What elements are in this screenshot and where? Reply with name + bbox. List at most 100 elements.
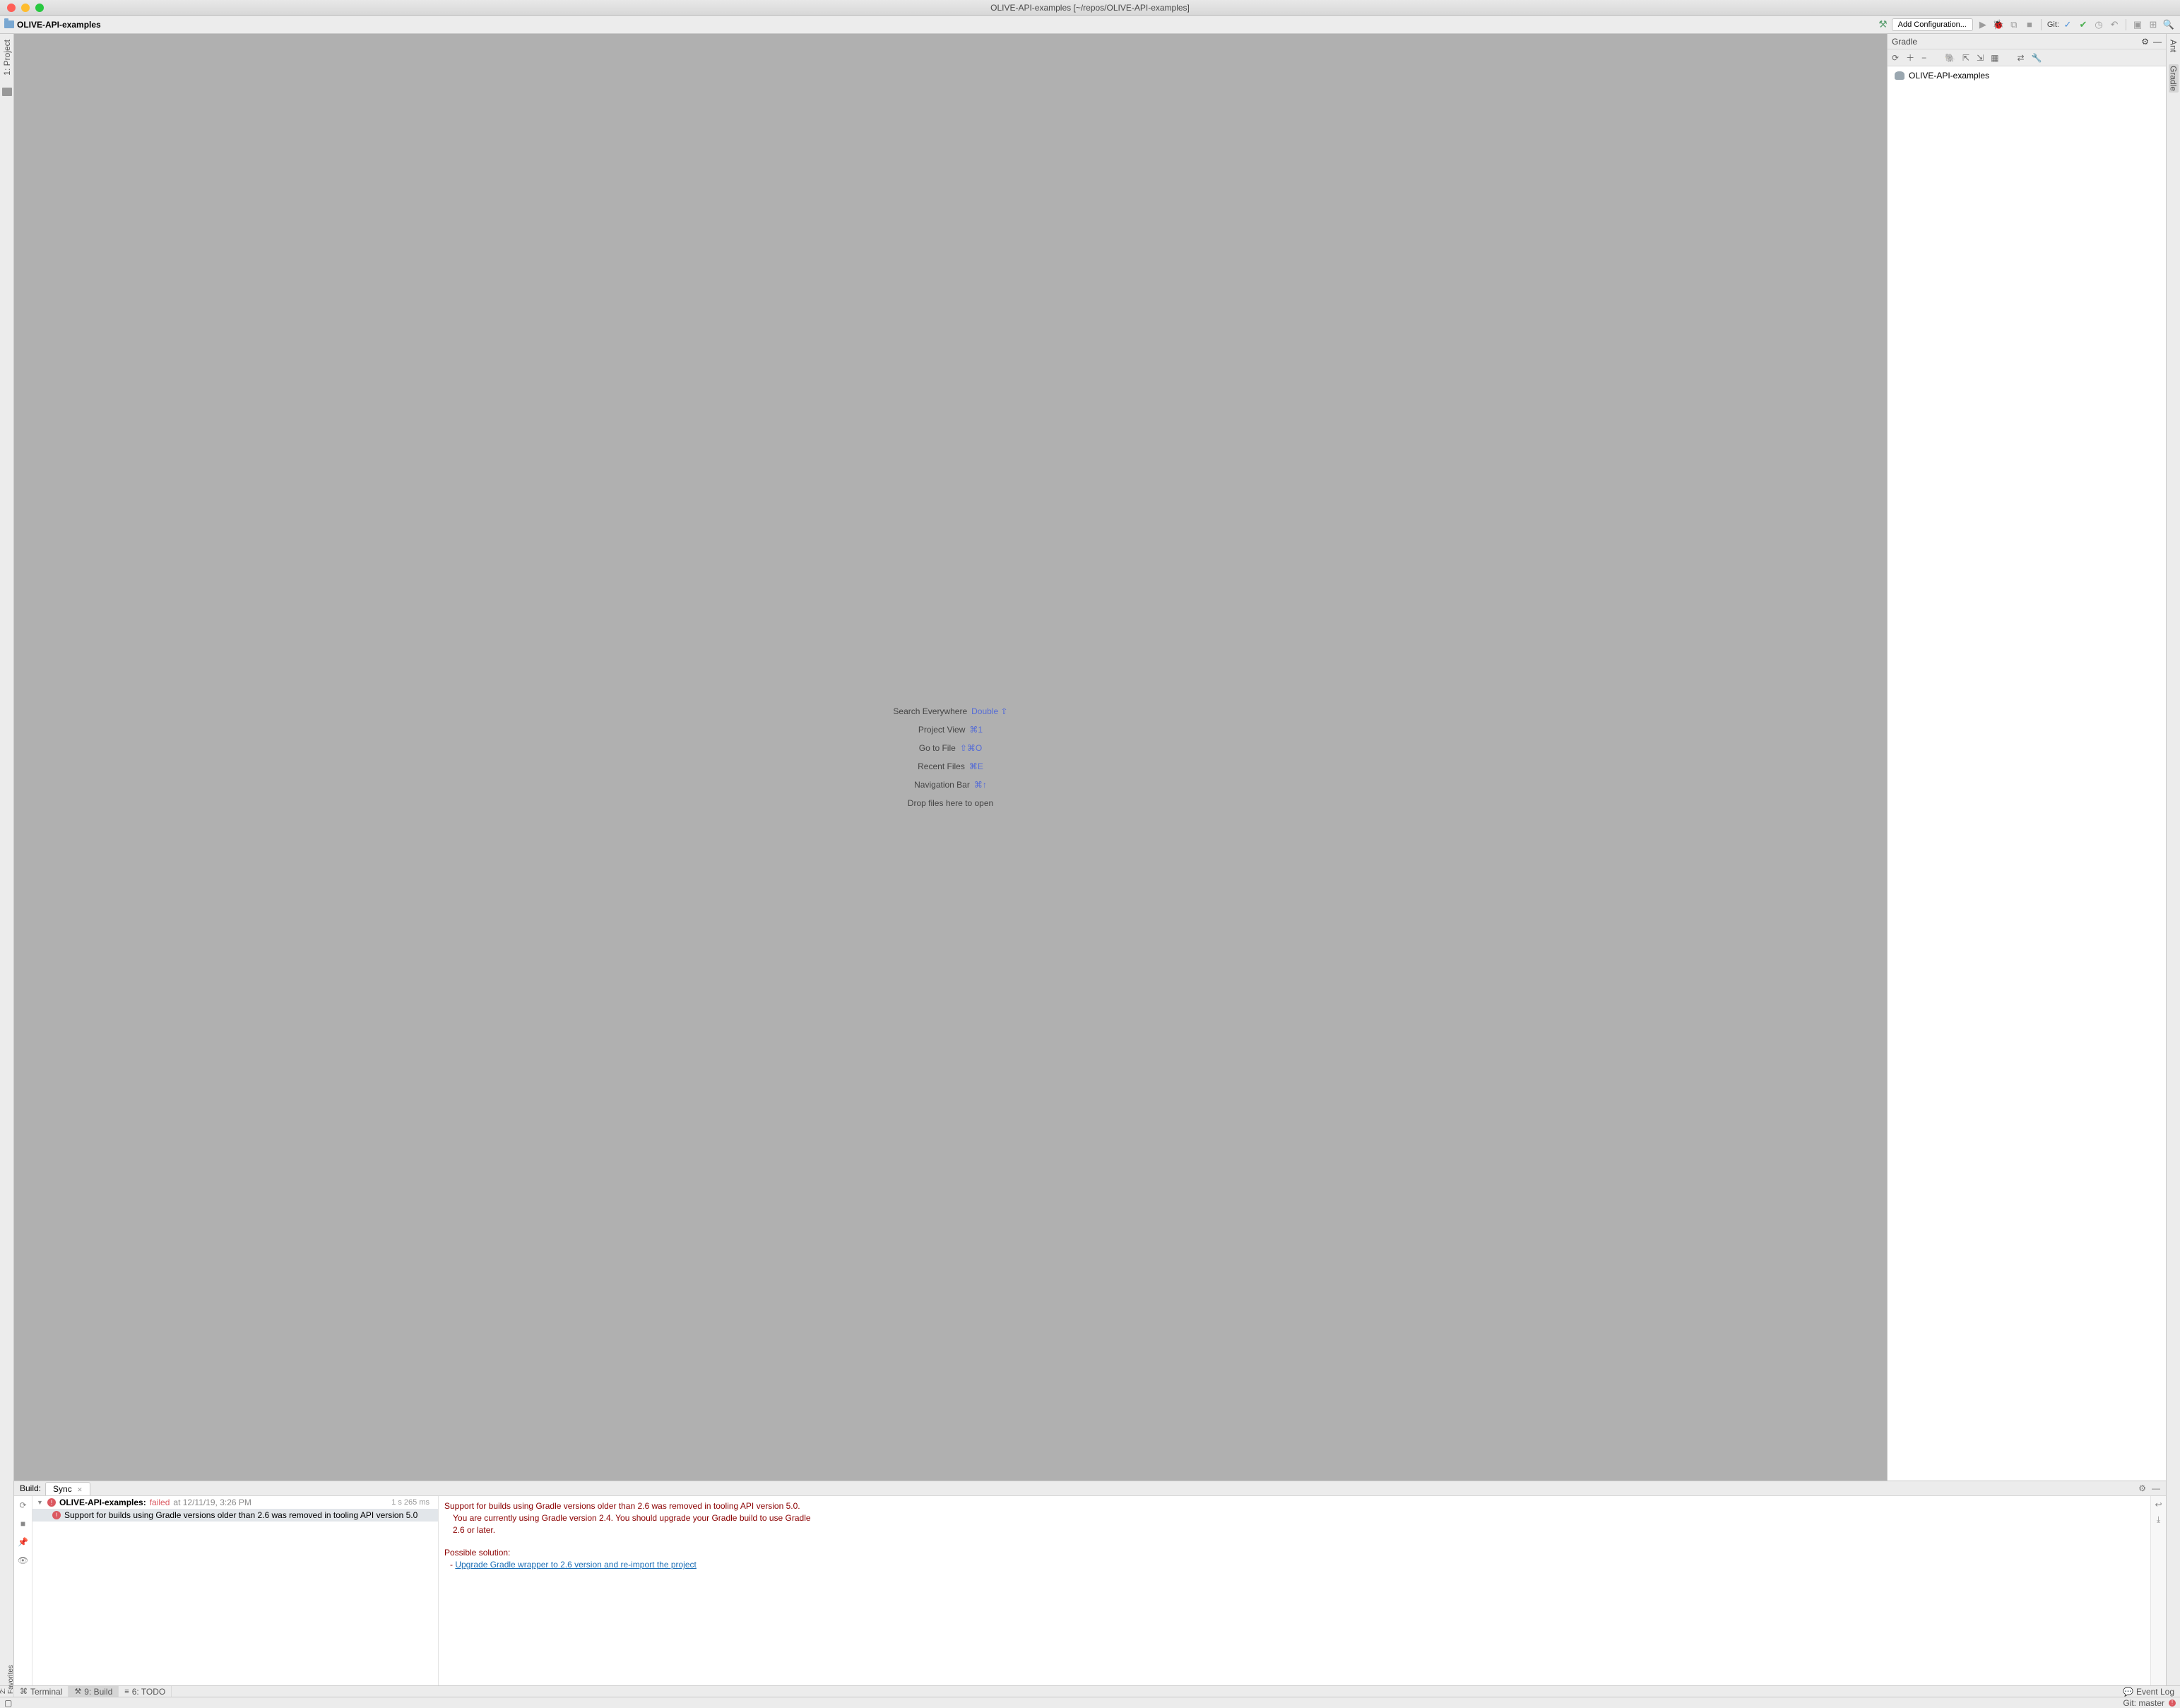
settings-icon[interactable]: ⊞	[2148, 19, 2159, 30]
project-folder-icon	[4, 20, 14, 28]
gradle-elephant-icon[interactable]: 🐘	[1945, 53, 1955, 63]
build-rerun-icon[interactable]: ⟳	[19, 1500, 26, 1510]
event-log-icon: 💬	[2123, 1687, 2133, 1697]
terminal-label: Terminal	[30, 1687, 62, 1697]
gradle-expand-icon[interactable]: ⇱	[1962, 53, 1969, 63]
build-sync-tab-label: Sync	[53, 1484, 72, 1494]
hint-drop-files: Drop files here to open	[908, 798, 993, 808]
gradle-tool-label: Gradle	[2169, 66, 2179, 91]
git-revert-icon[interactable]: ↶	[2109, 19, 2120, 30]
git-branch-label[interactable]: Git: master	[2123, 1698, 2164, 1708]
gradle-project-node[interactable]: OLIVE-API-examples	[1888, 66, 2166, 85]
gradle-project-label: OLIVE-API-examples	[1909, 71, 1989, 81]
todo-label: 6: TODO	[132, 1687, 166, 1697]
gradle-collapse-icon[interactable]: ⇲	[1977, 53, 1984, 63]
build-output-line: 2.6 or later.	[444, 1524, 2160, 1536]
build-root-status: failed	[150, 1498, 170, 1507]
hint-shortcut: ⌘1	[969, 725, 983, 735]
run-icon[interactable]: ▶	[1977, 19, 1989, 30]
build-output-heading: Possible solution:	[444, 1547, 2160, 1559]
build-item-text: Support for builds using Gradle versions…	[64, 1510, 417, 1520]
build-label: Build:	[20, 1483, 41, 1493]
status-bar: ▢ Git: master !	[0, 1697, 2180, 1708]
favorites-tool-button[interactable]: 2: Favorites	[0, 1663, 15, 1695]
build-hide-icon[interactable]: —	[2152, 1483, 2160, 1493]
todo-tool-button[interactable]: ≡ 6: TODO	[119, 1686, 172, 1697]
gradle-hide-icon[interactable]: —	[2153, 37, 2162, 47]
project-tool-icon[interactable]	[2, 88, 12, 96]
project-tool-button[interactable]: 1: Project	[2, 38, 12, 77]
coverage-icon[interactable]: ⧉	[2008, 19, 2020, 30]
build-root-name: OLIVE-API-examples:	[59, 1498, 146, 1507]
status-tool-windows-icon[interactable]: ▢	[4, 1698, 12, 1708]
build-pin-icon[interactable]: 📌	[18, 1537, 28, 1547]
tree-expand-icon[interactable]: ▼	[37, 1499, 44, 1506]
git-history-icon[interactable]: ◷	[2093, 19, 2104, 30]
build-output-line: Support for builds using Gradle versions…	[444, 1500, 2160, 1512]
build-tool-button[interactable]: ⚒ 9: Build	[69, 1686, 119, 1697]
build-root-timestamp: at 12/11/19, 3:26 PM	[173, 1498, 251, 1507]
debug-icon[interactable]: 🐞	[1993, 19, 2004, 30]
upgrade-gradle-link[interactable]: Upgrade Gradle wrapper to 2.6 version an…	[455, 1560, 697, 1570]
hint-recent-files: Recent Files ⌘E	[918, 761, 983, 771]
gradle-offline-icon[interactable]: ⇄	[2018, 53, 2025, 63]
search-everywhere-icon[interactable]: 🔍	[2163, 19, 2174, 30]
ant-tool-label: Ant	[2169, 40, 2179, 52]
zoom-window-button[interactable]	[35, 4, 44, 12]
breadcrumb-project[interactable]: OLIVE-API-examples	[17, 20, 101, 30]
minimize-window-button[interactable]	[21, 4, 30, 12]
gradle-title: Gradle	[1892, 37, 1917, 47]
status-error-icon[interactable]: !	[2169, 1700, 2176, 1707]
gradle-refresh-icon[interactable]: ⟳	[1892, 53, 1899, 63]
hint-label: Navigation Bar	[914, 780, 970, 790]
editor-empty-state: Search Everywhere Double ⇧ Project View …	[14, 34, 1887, 1481]
build-view-icon[interactable]: 👁	[18, 1555, 28, 1565]
hint-label: Project View	[918, 725, 965, 735]
hint-project-view: Project View ⌘1	[918, 725, 983, 735]
gradle-wrench-icon[interactable]: 🔧	[2032, 53, 2042, 63]
build-output-line: You are currently using Gradle version 2…	[444, 1512, 2160, 1524]
build-tree-root[interactable]: ▼ ! OLIVE-API-examples: failed at 12/11/…	[32, 1496, 438, 1509]
close-window-button[interactable]	[7, 4, 16, 12]
event-log-button[interactable]: Event Log	[2136, 1687, 2174, 1697]
git-commit-icon[interactable]: ✔	[2078, 19, 2089, 30]
gradle-project-icon	[1895, 71, 1904, 80]
hint-label: Search Everywhere	[893, 706, 967, 716]
build-tool-header: Build: Sync ✕ ⚙ —	[14, 1481, 2166, 1496]
right-tool-strip: Ant Gradle	[2166, 34, 2180, 1685]
close-tab-icon[interactable]: ✕	[77, 1486, 83, 1493]
hint-label: Go to File	[919, 743, 956, 753]
build-project-icon[interactable]: ⚒	[1878, 18, 1888, 30]
stop-icon[interactable]: ■	[2024, 19, 2035, 30]
error-icon: !	[52, 1511, 61, 1519]
build-side-toolbar: ⟳ ■ 📌 👁	[14, 1496, 32, 1685]
terminal-tool-button[interactable]: ⌘ Terminal	[14, 1686, 69, 1697]
git-update-icon[interactable]: ✓	[2062, 19, 2073, 30]
gradle-tool-button[interactable]: Gradle	[2169, 64, 2179, 93]
window-title: OLIVE-API-examples [~/repos/OLIVE-API-ex…	[0, 3, 2180, 13]
gradle-add-icon[interactable]: ＋	[1906, 52, 1914, 64]
add-configuration-button[interactable]: Add Configuration...	[1892, 18, 1973, 31]
build-sync-tab[interactable]: Sync ✕	[45, 1482, 90, 1495]
gradle-settings-icon[interactable]: ⚙	[2141, 37, 2149, 47]
titlebar: OLIVE-API-examples [~/repos/OLIVE-API-ex…	[0, 0, 2180, 16]
project-structure-icon[interactable]: ▣	[2132, 19, 2143, 30]
main-area: 1: Project Search Everywhere Double ⇧ Pr…	[0, 34, 2180, 1685]
hammer-icon: ⚒	[74, 1687, 81, 1696]
gradle-remove-icon[interactable]: −	[1921, 53, 1926, 63]
scroll-to-end-icon[interactable]: ⤓	[2157, 1514, 2160, 1526]
project-tool-label: 1: Project	[2, 40, 12, 76]
build-settings-icon[interactable]: ⚙	[2138, 1483, 2146, 1493]
soft-wrap-icon[interactable]: ↩	[2155, 1499, 2162, 1511]
hint-label: Drop files here to open	[908, 798, 993, 808]
window-controls	[0, 4, 44, 12]
gradle-group-icon[interactable]: ▦	[1991, 53, 1998, 63]
build-output[interactable]: Support for builds using Gradle versions…	[439, 1496, 2166, 1685]
build-tree-item[interactable]: ! Support for builds using Gradle versio…	[32, 1509, 438, 1522]
build-stop-icon[interactable]: ■	[20, 1519, 25, 1529]
toolbar-separator	[2041, 19, 2042, 30]
ant-tool-button[interactable]: Ant	[2169, 38, 2179, 54]
terminal-icon: ⌘	[20, 1687, 28, 1696]
hint-navigation-bar: Navigation Bar ⌘↑	[914, 780, 987, 790]
git-label: Git:	[2047, 20, 2059, 29]
